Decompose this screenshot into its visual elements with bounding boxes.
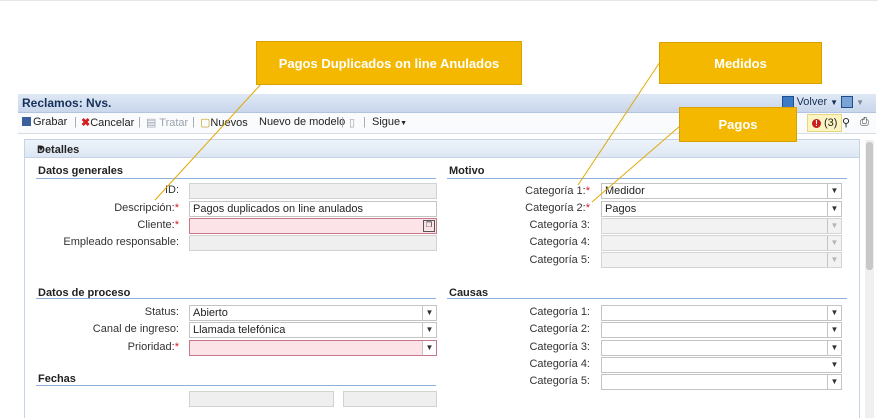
callout-medidos: Medidos <box>659 42 822 84</box>
callout-pagos-duplicados: Pagos Duplicados on line Anulados <box>256 41 522 85</box>
callout-text: Pagos <box>718 117 758 132</box>
callout-text: Pagos Duplicados on line Anulados <box>278 55 500 71</box>
leader-line-categoria2 <box>591 125 681 203</box>
callout-pagos: Pagos <box>679 107 797 142</box>
leader-line-descripcion <box>154 82 263 201</box>
callout-text: Medidos <box>714 55 767 71</box>
leader-line-categoria1 <box>577 61 661 186</box>
